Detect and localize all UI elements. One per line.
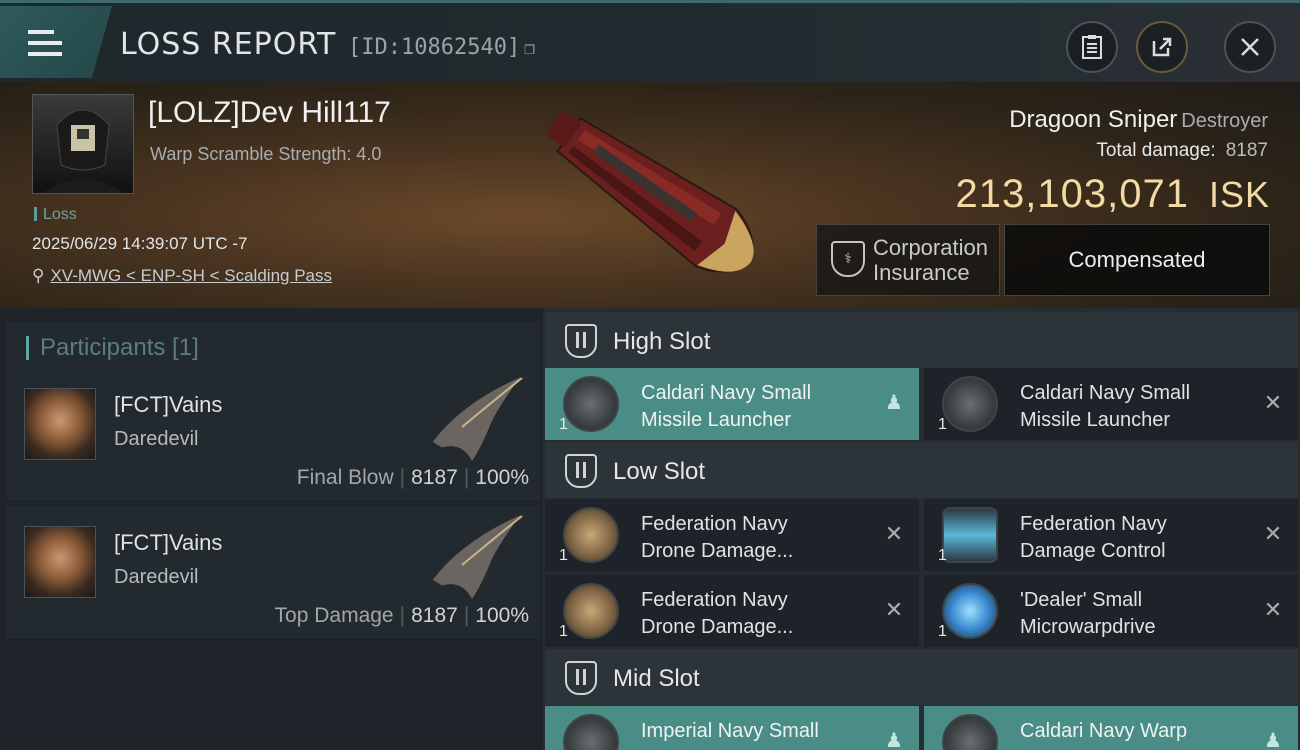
module-item[interactable]: 1 Federation Navy Drone Damage... ✕	[545, 575, 919, 647]
participant-stats: Final Blow | 8187 | 100%	[296, 466, 529, 489]
ship-name[interactable]: Dragoon Sniper Destroyer	[1009, 106, 1268, 134]
module-item[interactable]: 1 Federation Navy Drone Damage... ✕	[545, 499, 919, 571]
fitting-panel: High Slot 1 Caldari Navy Small Missile La…	[543, 308, 1300, 750]
warp-scramble-strength: Warp Scramble Strength: 4.0	[150, 144, 382, 164]
location-link[interactable]: ⚲ XV-MWG < ENP-SH < Scalding Pass	[32, 266, 332, 286]
insurance-shield-icon: ⚕	[831, 241, 865, 277]
ship-render	[545, 109, 754, 273]
participant-avatar[interactable]	[24, 388, 96, 460]
module-name: Caldari Navy Small Missile Launcher	[1020, 382, 1191, 431]
module-item[interactable]: Imperial Navy Small ♟	[545, 706, 919, 750]
module-name: Imperial Navy Small	[641, 720, 819, 742]
close-icon	[1241, 38, 1259, 56]
loss-datetime: 2025/06/29 14:39:07 UTC -7	[32, 234, 248, 253]
corp-insurance-label-1: Corporation	[873, 235, 988, 260]
status-badge: Loss	[34, 206, 77, 224]
participants-header: Participants [1]	[6, 322, 539, 374]
clipboard-icon	[1082, 35, 1102, 59]
low-slot-header: Low Slot	[545, 442, 1298, 498]
destroyed-x-icon: ✕	[1263, 390, 1283, 415]
copy-icon[interactable]: ❐	[524, 38, 535, 59]
drone-damage-amplifier-icon	[563, 583, 619, 639]
module-name: Caldari Navy Small Missile Launcher	[641, 382, 812, 431]
module-qty: 1	[938, 547, 947, 564]
corp-insurance-label-2: Insurance	[873, 260, 970, 285]
high-slot-title: High Slot	[613, 328, 711, 355]
corporation-insurance-button[interactable]: ⚕ Corporation Insurance	[816, 224, 1000, 296]
damage-control-icon	[942, 507, 998, 563]
location-pin-icon: ⚲	[32, 266, 45, 285]
module-qty: 1	[559, 416, 568, 433]
module-name: Federation Navy Drone Damage...	[641, 589, 794, 638]
victim-portrait[interactable]	[32, 94, 134, 194]
participant-row[interactable]: [FCT]Vains Daredevil Top Damage | 8187 | 100…	[6, 506, 539, 640]
participants-panel: Participants [1] [FCT]Vains Daredevil Fi…	[0, 308, 543, 750]
clipboard-button[interactable]	[1066, 21, 1118, 73]
destroyed-x-icon: ✕	[1263, 521, 1283, 546]
page-title: LOSS REPORT	[120, 27, 337, 62]
destroyed-x-icon: ✕	[884, 521, 904, 546]
daredevil-ship-icon	[431, 374, 524, 462]
share-icon	[1152, 37, 1172, 57]
missile-launcher-icon	[942, 376, 998, 432]
participant-ship: Daredevil	[114, 566, 199, 588]
low-slot-title: Low Slot	[613, 458, 706, 485]
module-item[interactable]: Caldari Navy Warp ♟	[924, 706, 1298, 750]
module-item[interactable]: 1 Caldari Navy Small Missile Launcher ✕	[924, 368, 1298, 440]
drone-damage-amplifier-icon	[563, 507, 619, 563]
high-slot-header: High Slot	[545, 312, 1298, 368]
isk-value: 213,103,071 ISK	[955, 172, 1270, 216]
module-item[interactable]: 1 Caldari Navy Small Missile Launcher ♟	[545, 368, 919, 440]
missile-launcher-icon	[563, 376, 619, 432]
victim-banner: [LOLZ]Dev Hill117 Warp Scramble Strength…	[0, 82, 1300, 308]
participant-avatar[interactable]	[24, 526, 96, 598]
compensated-button[interactable]: Compensated	[1004, 224, 1270, 296]
header-bar: LOSS REPORT [ID:10862540] ❐	[0, 0, 1300, 82]
person-icon[interactable]: ♟	[1262, 730, 1284, 750]
mid-slot-title: Mid Slot	[613, 665, 700, 692]
module-qty: 1	[938, 416, 947, 433]
module-item[interactable]: 1 Federation Navy Damage Control ✕	[924, 499, 1298, 571]
module-qty: 1	[559, 623, 568, 640]
module-icon	[942, 714, 998, 750]
low-slot-icon	[565, 454, 597, 488]
module-name: Federation Navy Damage Control	[1020, 513, 1167, 562]
close-button[interactable]	[1224, 21, 1276, 73]
participant-name: [FCT]Vains	[114, 530, 223, 555]
participants-title: Participants [1]	[40, 334, 199, 361]
person-icon[interactable]: ♟	[883, 730, 905, 750]
share-button[interactable]	[1136, 21, 1188, 73]
menu-button[interactable]	[0, 6, 112, 78]
total-damage: Total damage: 8187	[1096, 140, 1268, 161]
destroyed-x-icon: ✕	[1263, 597, 1283, 622]
module-item[interactable]: 1 'Dealer' Small Microwarpdrive ✕	[924, 575, 1298, 647]
module-icon	[563, 714, 619, 750]
high-slot-icon	[565, 324, 597, 358]
mid-slot-icon	[565, 661, 597, 695]
participant-ship: Daredevil	[114, 428, 199, 450]
menu-icon	[28, 30, 62, 56]
module-name: 'Dealer' Small Microwarpdrive	[1020, 589, 1156, 638]
victim-name[interactable]: [LOLZ]Dev Hill117	[148, 96, 391, 130]
participant-name: [FCT]Vains	[114, 392, 223, 417]
mid-slot-header: Mid Slot	[545, 649, 1298, 705]
report-id[interactable]: [ID:10862540] ❐	[348, 35, 535, 60]
module-name: Federation Navy Drone Damage...	[641, 513, 794, 562]
participant-row[interactable]: [FCT]Vains Daredevil Final Blow | 8187 | 100…	[6, 368, 539, 502]
destroyed-x-icon: ✕	[884, 597, 904, 622]
person-icon[interactable]: ♟	[883, 392, 905, 414]
microwarpdrive-icon	[942, 583, 998, 639]
module-qty: 1	[559, 547, 568, 564]
daredevil-ship-icon	[431, 512, 524, 600]
participant-stats: Top Damage | 8187 | 100%	[274, 604, 529, 627]
module-qty: 1	[938, 623, 947, 640]
module-name: Caldari Navy Warp	[1020, 720, 1188, 742]
